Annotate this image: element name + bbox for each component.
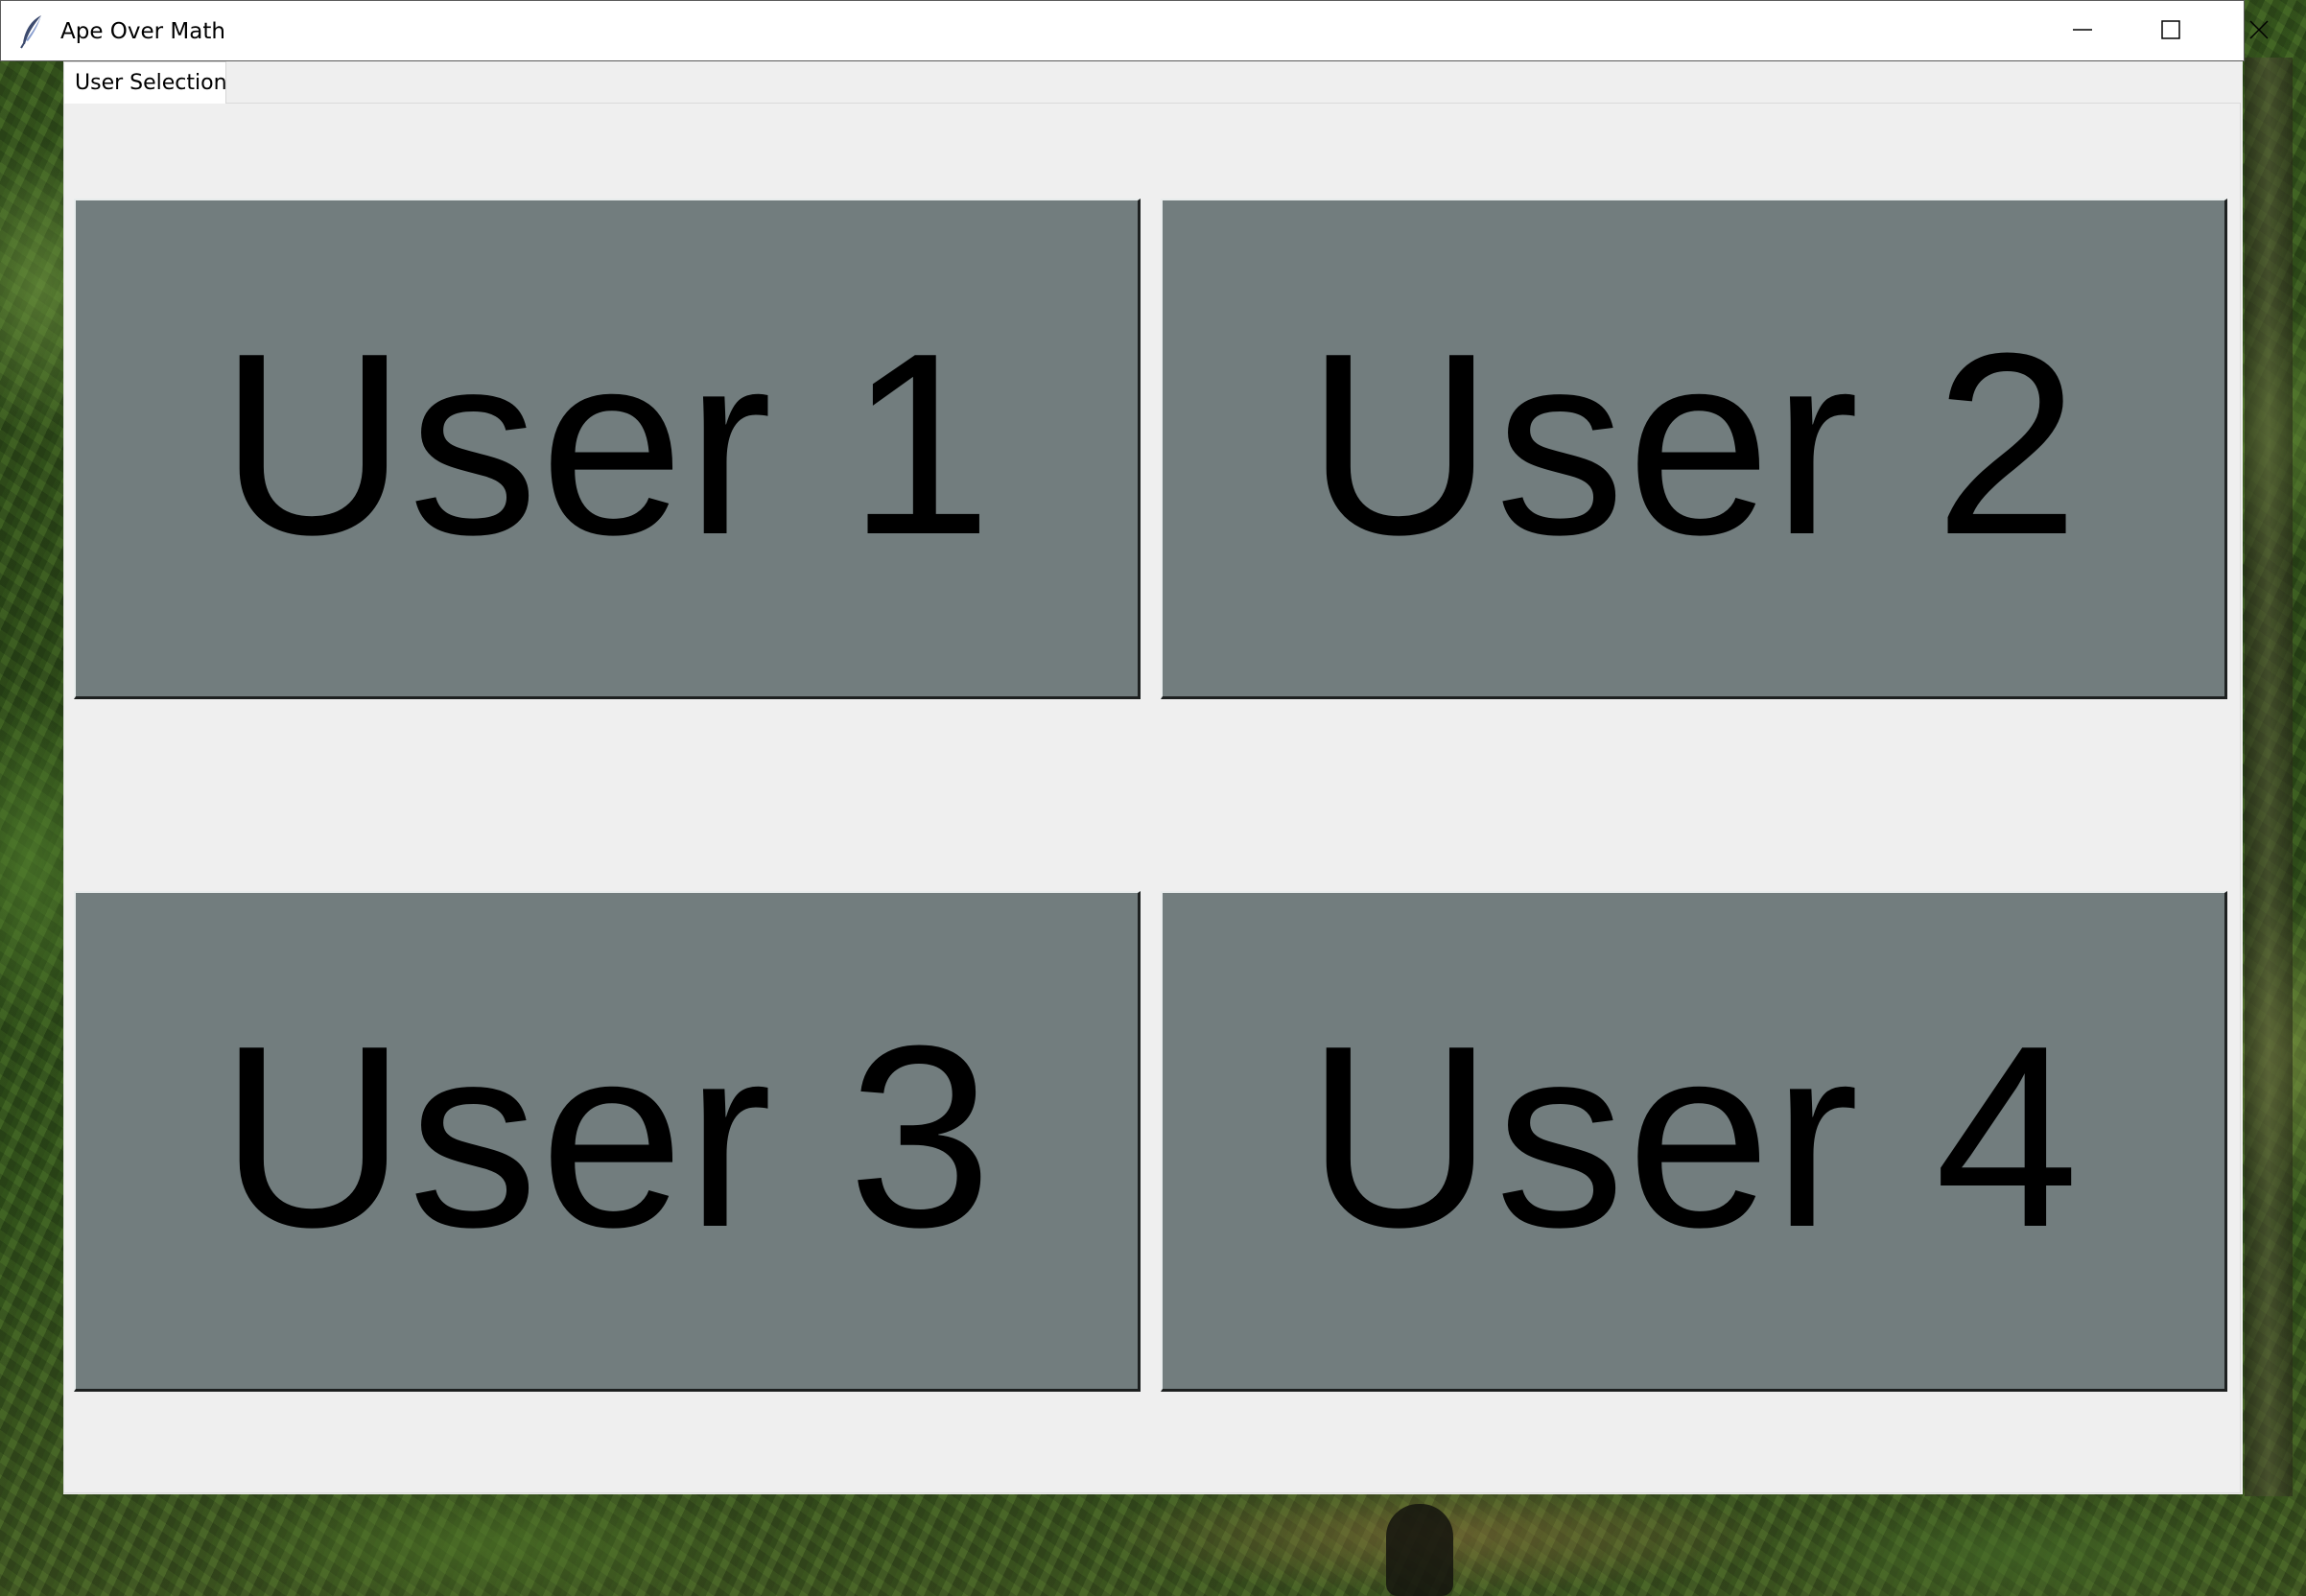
user-4-label: User 4: [1306, 992, 2082, 1281]
user-2-button[interactable]: User 2: [1161, 199, 2227, 699]
user-4-button[interactable]: User 4: [1161, 891, 2227, 1392]
user-3-label: User 3: [219, 992, 995, 1281]
minimize-icon: [2072, 19, 2093, 40]
maximize-icon: [2160, 19, 2181, 40]
user-3-button[interactable]: User 3: [74, 891, 1141, 1392]
background-tree: [2245, 58, 2293, 1496]
window-title: Ape Over Math: [60, 19, 225, 44]
user-1-button[interactable]: User 1: [74, 199, 1141, 699]
maximize-button[interactable]: [2127, 1, 2215, 59]
window-title-bar[interactable]: Ape Over Math: [0, 0, 2269, 61]
tab-user-selection[interactable]: User Selection: [63, 61, 226, 104]
feather-icon: [18, 14, 47, 49]
minimize-button[interactable]: [2038, 1, 2127, 59]
background-ape-silhouette: [1386, 1504, 1453, 1596]
user-2-label: User 2: [1306, 299, 2082, 589]
user-1-label: User 1: [219, 299, 995, 589]
close-button[interactable]: [2215, 1, 2303, 59]
close-icon: [2248, 19, 2270, 40]
